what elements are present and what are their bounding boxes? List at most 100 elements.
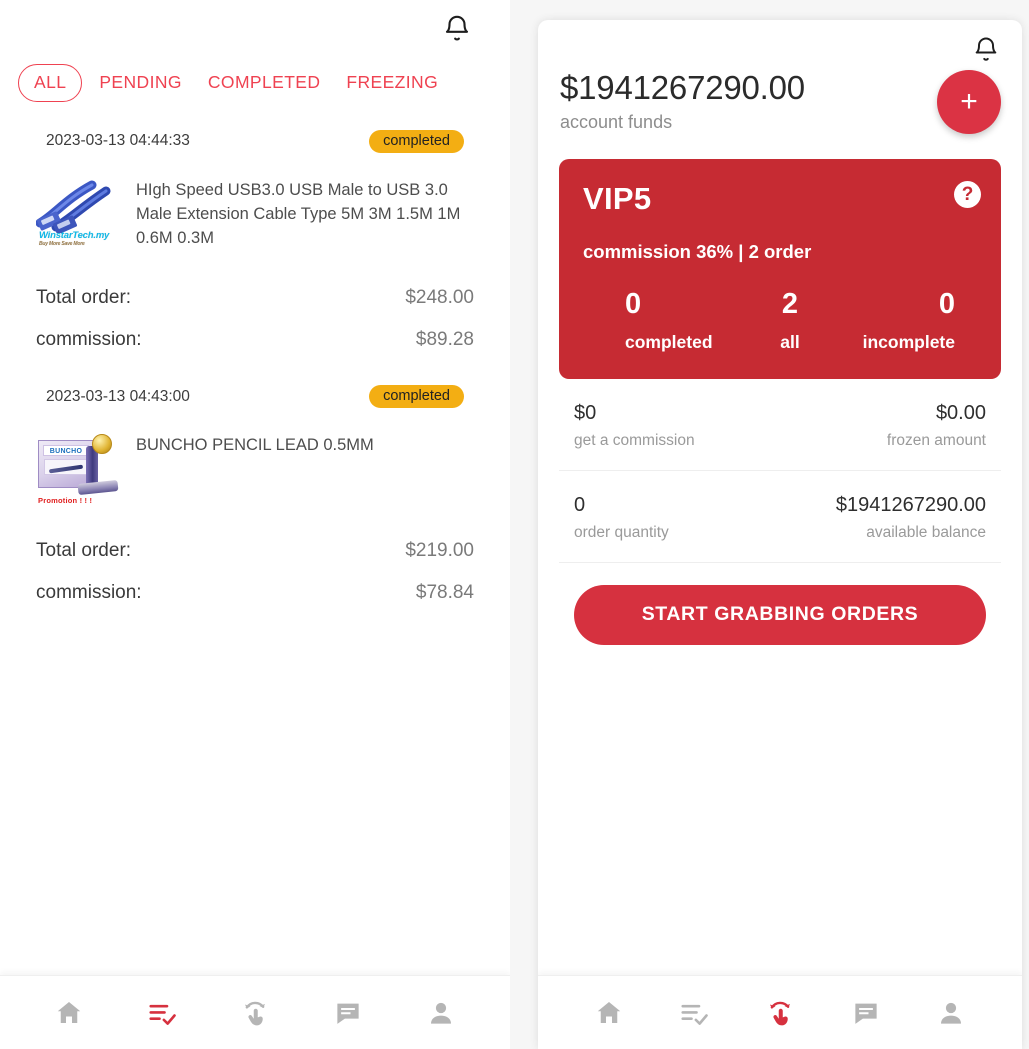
status-badge: completed: [369, 129, 464, 153]
order-quantity-caption: order quantity: [574, 524, 669, 542]
vip-subtitle: commission 36% | 2 order: [583, 241, 812, 263]
home-icon: [597, 1001, 621, 1023]
vip-stat-value: 2: [781, 288, 799, 321]
commission-row: commission: $89.28: [36, 319, 474, 361]
nav-orders[interactable]: [139, 990, 185, 1036]
nav-home[interactable]: [586, 990, 632, 1036]
tab-all[interactable]: ALL: [18, 64, 83, 102]
vip-card: VIP5 ? commission 36% | 2 order 0 comple…: [559, 159, 1001, 380]
stat-row-commission: $0 get a commission $0.00 frozen amount: [559, 379, 1001, 472]
account-topbar: [538, 20, 1022, 64]
order-filter-tabs: ALL PENDING COMPLETED FREEZING: [0, 56, 510, 106]
vip-stat-caption: all: [780, 332, 800, 353]
vip-stat-value: 0: [625, 288, 642, 321]
nav-orders[interactable]: [671, 990, 717, 1036]
thumbnail-watermark: WinstarTech.my Buy More Save More: [39, 230, 110, 247]
person-icon: [941, 1002, 962, 1024]
get-commission-block: $0 get a commission: [574, 401, 695, 450]
available-balance-block: $1941267290.00 available balance: [836, 493, 986, 542]
stat-row-balance: 0 order quantity $1941267290.00 availabl…: [559, 471, 1001, 564]
add-funds-button[interactable]: +: [937, 70, 1001, 134]
account-funds-label: account funds: [560, 112, 673, 133]
tab-pending[interactable]: PENDING: [86, 73, 195, 92]
commission-value: $89.28: [415, 328, 474, 350]
product-title: HIgh Speed USB3.0 USB Male to USB 3.0 Ma…: [136, 181, 461, 247]
order-list-check-icon: [149, 1004, 176, 1025]
vip-stat-caption: completed: [625, 332, 713, 353]
tab-completed[interactable]: COMPLETED: [195, 73, 334, 92]
total-order-label: Total order:: [36, 286, 132, 308]
nav-chat[interactable]: [843, 990, 889, 1036]
person-icon: [431, 1002, 452, 1024]
order-quantity-value: 0: [574, 494, 586, 517]
available-balance-caption: available balance: [866, 524, 986, 542]
product-thumbnail: WinstarTech.my Buy More Save More: [36, 177, 120, 249]
order-date: 2023-03-13 04:43:00: [46, 387, 190, 405]
order-header: 2023-03-13 04:44:33 completed: [36, 106, 474, 153]
bell-icon[interactable]: [972, 34, 1000, 64]
chat-icon: [854, 1003, 877, 1024]
vip-stat-caption: incomplete: [862, 332, 955, 353]
orders-panel: ALL PENDING COMPLETED FREEZING 2023-03-1…: [0, 0, 510, 1049]
product-brand-label: BUNCHO: [43, 445, 89, 457]
home-icon: [57, 1001, 80, 1023]
product-thumbnail: BUNCHO Promotion ! ! !: [36, 432, 120, 505]
nav-profile[interactable]: [418, 990, 464, 1036]
bottom-navigation: [0, 975, 510, 1049]
account-funds-block: $1941267290.00 account funds +: [538, 64, 1022, 134]
commission-value: $78.84: [415, 582, 474, 604]
tab-freezing[interactable]: FREEZING: [333, 73, 451, 92]
nav-grab[interactable]: [232, 990, 278, 1036]
account-funds-amount: $1941267290.00: [560, 69, 805, 106]
nav-grab[interactable]: [757, 990, 803, 1036]
bottom-navigation: [538, 975, 1022, 1049]
order-product: BUNCHO Promotion ! ! ! BUNCHO PENCIL LEA…: [36, 408, 474, 505]
gold-seal-icon: [92, 434, 112, 455]
total-order-value: $219.00: [405, 540, 474, 562]
lead-tube-graphic: [77, 480, 119, 496]
vip-stat-incomplete: 0 incomplete: [845, 288, 977, 353]
product-title: BUNCHO PENCIL LEAD 0.5MM: [136, 436, 374, 455]
order-amounts: Total order: $248.00 commission: $89.28: [36, 251, 474, 361]
order-quantity-block: 0 order quantity: [574, 493, 669, 542]
vip-stat-value: 0: [938, 288, 955, 321]
order-amounts: Total order: $219.00 commission: $78.84: [36, 504, 474, 614]
get-commission-caption: get a commission: [574, 432, 695, 450]
order-list-check-icon: [681, 1004, 709, 1025]
tap-gesture-icon: [769, 1001, 790, 1025]
frozen-amount-caption: frozen amount: [886, 432, 986, 450]
vip-level-title: VIP5: [583, 181, 652, 217]
chat-icon: [337, 1003, 359, 1024]
promo-label: Promotion ! ! !: [38, 496, 93, 505]
bell-icon[interactable]: [442, 12, 472, 44]
tap-gesture-icon: [244, 1001, 265, 1025]
order-list: 2023-03-13 04:44:33 completed WinstarTec…: [0, 106, 510, 625]
account-panel: $1941267290.00 account funds + VIP5 ? co…: [538, 20, 1022, 1049]
frozen-amount-block: $0.00 frozen amount: [887, 401, 986, 450]
vip-stat-all: 2 all: [735, 288, 845, 353]
available-balance-value: $1941267290.00: [835, 494, 986, 517]
grab-button-wrap: START GRABBING ORDERS: [538, 563, 1022, 671]
orders-topbar: [0, 0, 510, 56]
nav-chat[interactable]: [325, 990, 371, 1036]
order-item[interactable]: 2023-03-13 04:43:00 completed BUNCHO Pro: [0, 361, 510, 615]
vip-stat-completed: 0 completed: [583, 288, 735, 353]
nav-profile[interactable]: [928, 990, 974, 1036]
commission-row: commission: $78.84: [36, 572, 474, 614]
start-grabbing-orders-button[interactable]: START GRABBING ORDERS: [574, 585, 986, 646]
app-screen: ALL PENDING COMPLETED FREEZING 2023-03-1…: [0, 0, 1029, 1049]
order-product: WinstarTech.my Buy More Save More HIgh S…: [36, 153, 474, 251]
account-stat-rows: $0 get a commission $0.00 frozen amount …: [559, 379, 1001, 564]
total-order-value: $248.00: [405, 286, 474, 308]
usb-cable-image: [36, 180, 111, 233]
commission-label: commission:: [36, 328, 142, 350]
total-order-row: Total order: $248.00: [36, 277, 474, 319]
get-commission-value: $0: [574, 402, 597, 425]
total-order-label: Total order:: [36, 540, 132, 562]
total-order-row: Total order: $219.00: [36, 530, 474, 572]
nav-home[interactable]: [46, 990, 92, 1036]
frozen-amount-value: $0.00: [935, 402, 986, 425]
vip-stats: 0 completed 2 all 0 incomplete: [583, 263, 977, 353]
order-item[interactable]: 2023-03-13 04:44:33 completed WinstarTec…: [0, 106, 510, 361]
status-badge: completed: [369, 384, 464, 409]
